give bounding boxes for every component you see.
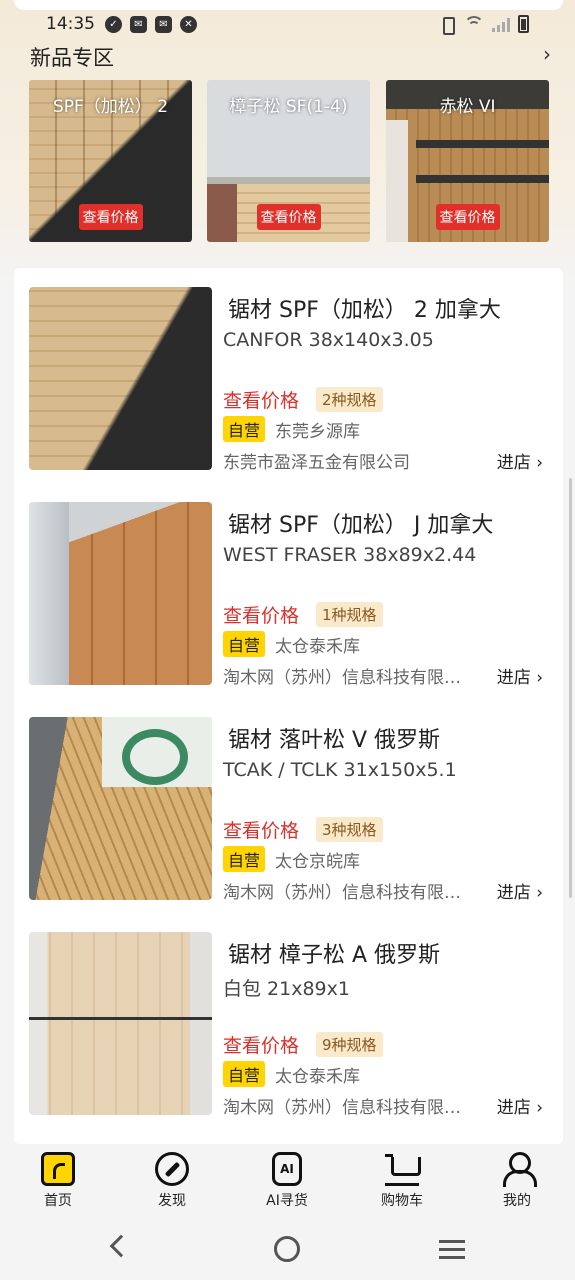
new-product-card[interactable]: SPF（加松） 2 查看价格 (29, 80, 192, 242)
sheet-image (102, 717, 212, 787)
enter-store-link[interactable]: 进店 › (497, 878, 543, 903)
new-product-card[interactable]: 樟子松 SF(1-4) 查看价格 (207, 80, 370, 242)
new-product-label: SPF（加松） 2 (52, 97, 169, 117)
nav-label: 购物车 (381, 1193, 423, 1209)
back-icon[interactable] (109, 1234, 133, 1258)
view-price-link[interactable]: 查看价格 (223, 1031, 299, 1058)
cart-icon (385, 1152, 421, 1186)
product-name: 锯材 SPF（加松） 2 加拿大 (228, 298, 501, 323)
company-name: 淘木网（苏州）信息科技有限… (223, 883, 461, 903)
view-price-button[interactable]: 查看价格 (78, 204, 143, 230)
bottom-nav: 首页 发现 AI AI寻货 购物车 我的 (0, 1144, 575, 1216)
new-product-label: 赤松 VI (439, 97, 496, 117)
enter-store-link[interactable]: 进店 › (497, 663, 543, 688)
product-item[interactable]: 锯材 樟子松 A 俄罗斯 白包 21x89x1 查看价格 9种规格 自营 太仓泰… (14, 913, 563, 1129)
floor-image (207, 184, 237, 242)
new-products-section: 新品专区 › SPF（加松） 2 查看价格 樟子松 SF(1-4) 查看价格 赤… (14, 26, 563, 256)
company-name: 淘木网（苏州）信息科技有限… (223, 1098, 461, 1118)
view-price-link[interactable]: 查看价格 (223, 816, 299, 843)
view-price-link[interactable]: 查看价格 (223, 601, 299, 628)
nav-item-home[interactable]: 首页 (18, 1152, 98, 1210)
nav-item-cart[interactable]: 购物车 (362, 1152, 442, 1210)
product-item[interactable]: 锯材 落叶松 V 俄罗斯 TCAK / TCLK 31x150x5.1 查看价格… (14, 698, 563, 914)
product-image[interactable] (29, 502, 212, 685)
product-spec: TCAK / TCLK 31x150x5.1 (223, 759, 457, 781)
warehouse-name: 太仓泰禾库 (275, 1067, 360, 1087)
menu-icon[interactable] (439, 1240, 465, 1260)
view-price-button[interactable]: 查看价格 (256, 204, 321, 230)
nav-item-profile[interactable]: 我的 (477, 1152, 557, 1210)
product-name: 锯材 落叶松 V 俄罗斯 (228, 728, 441, 753)
spec-count-badge: 9种规格 (316, 1032, 383, 1057)
post-image (386, 120, 408, 242)
home-circle-icon[interactable] (274, 1236, 300, 1262)
new-product-label: 樟子松 SF(1-4) (229, 97, 348, 117)
previous-card-edge (14, 0, 563, 10)
nav-label: AI寻货 (266, 1193, 308, 1209)
nav-item-discover[interactable]: 发现 (132, 1152, 212, 1210)
strap-image (29, 1017, 212, 1020)
product-image[interactable] (29, 287, 212, 470)
spec-count-badge: 3种规格 (316, 817, 383, 842)
product-list: 锯材 SPF（加松） 2 加拿大 CANFOR 38x140x3.05 查看价格… (14, 268, 563, 1144)
company-name: 淘木网（苏州）信息科技有限… (223, 668, 461, 688)
compass-icon (155, 1152, 189, 1186)
spec-count-badge: 2种规格 (316, 387, 383, 412)
wrap-image (29, 502, 69, 685)
self-operated-badge: 自营 (223, 416, 266, 442)
chevron-right-icon[interactable]: › (543, 42, 551, 66)
self-operated-badge: 自营 (223, 846, 266, 872)
product-item[interactable]: 锯材 SPF（加松） J 加拿大 WEST FRASER 38x89x2.44 … (14, 483, 563, 699)
view-price-link[interactable]: 查看价格 (223, 386, 299, 413)
self-operated-badge: 自营 (223, 631, 266, 657)
nav-label: 发现 (158, 1193, 186, 1209)
product-image[interactable] (29, 717, 212, 900)
product-item[interactable]: 锯材 SPF（加松） 2 加拿大 CANFOR 38x140x3.05 查看价格… (14, 268, 563, 484)
view-price-button[interactable]: 查看价格 (435, 204, 500, 230)
new-product-card[interactable]: 赤松 VI 查看价格 (386, 80, 549, 242)
user-icon (500, 1152, 537, 1187)
product-spec: WEST FRASER 38x89x2.44 (223, 544, 477, 566)
product-spec: CANFOR 38x140x3.05 (223, 329, 434, 351)
enter-store-link[interactable]: 进店 › (497, 1093, 543, 1118)
home-icon (41, 1152, 75, 1186)
warehouse-name: 太仓京皖库 (275, 852, 360, 872)
self-operated-badge: 自营 (223, 1061, 266, 1087)
new-products-title: 新品专区 (30, 46, 114, 70)
product-image[interactable] (29, 932, 212, 1115)
system-navigation-bar (0, 1216, 575, 1280)
spec-count-badge: 1种规格 (316, 602, 383, 627)
product-name: 锯材 SPF（加松） J 加拿大 (228, 513, 494, 538)
enter-store-link[interactable]: 进店 › (497, 448, 543, 473)
company-name: 东莞市盈泽五金有限公司 (223, 453, 410, 473)
warehouse-name: 太仓泰禾库 (275, 637, 360, 657)
warehouse-name: 东莞乡源库 (275, 422, 360, 442)
beam-image (416, 140, 549, 148)
scrollbar[interactable] (569, 478, 572, 898)
product-spec: 白包 21x89x1 (223, 978, 350, 1000)
nav-item-ai[interactable]: AI AI寻货 (247, 1152, 327, 1210)
product-name: 锯材 樟子松 A 俄罗斯 (228, 943, 441, 968)
nav-label: 首页 (44, 1193, 72, 1209)
ai-icon: AI (272, 1152, 302, 1186)
beam-image (416, 175, 549, 183)
nav-label: 我的 (503, 1193, 531, 1209)
